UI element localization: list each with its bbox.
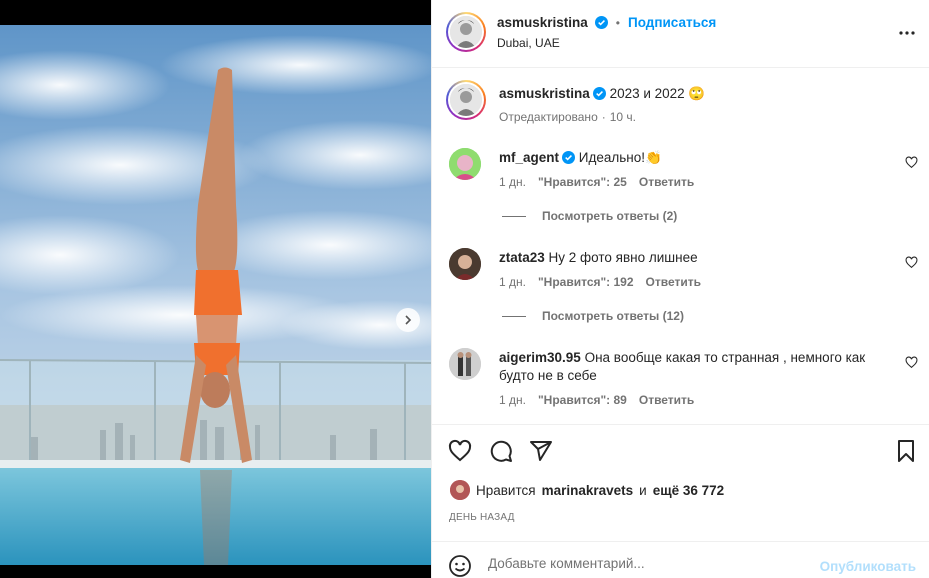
emoji-icon[interactable]: [448, 554, 472, 578]
like-icon[interactable]: [448, 439, 472, 463]
publish-button[interactable]: Опубликовать: [820, 559, 916, 574]
comment-author[interactable]: ztata23: [499, 250, 545, 265]
follow-button[interactable]: Подписаться: [628, 15, 716, 30]
comment-text: Идеально!👏: [578, 150, 662, 165]
author-username[interactable]: asmuskristina: [497, 15, 588, 30]
view-replies-button[interactable]: Посмотреть ответы (2): [502, 209, 677, 223]
comment-likes[interactable]: "Нравится": 25: [538, 175, 627, 189]
comment-body: ztata23 Ну 2 фото явно лишнее: [499, 249, 698, 267]
meta-dot: ·: [601, 110, 606, 124]
comment-meta: 1 дн. "Нравится": 25 Ответить: [499, 175, 694, 189]
next-slide-button[interactable]: [396, 308, 420, 332]
comment-avatar[interactable]: [449, 248, 481, 280]
likes-prefix: Нравится: [476, 482, 536, 498]
comment-heart-icon[interactable]: [905, 156, 918, 169]
comment-heart-icon[interactable]: [905, 356, 918, 369]
comment-likes[interactable]: "Нравится": 89: [538, 393, 627, 407]
avatar-image: [450, 84, 482, 116]
action-bar: [432, 424, 929, 468]
verified-icon: [592, 87, 606, 100]
chevron-right-icon: [405, 315, 412, 325]
comment-heart-icon[interactable]: [905, 256, 918, 269]
caption-author-avatar[interactable]: [446, 80, 486, 120]
avatar-image: [449, 148, 481, 180]
reply-button[interactable]: Ответить: [639, 393, 694, 407]
likes-count[interactable]: ещё 36 772: [653, 483, 724, 498]
separator-dot: •: [615, 15, 620, 30]
replies-line: [502, 315, 526, 317]
comment-input[interactable]: [488, 556, 808, 571]
likes-conj: и: [639, 482, 647, 498]
verified-icon: [562, 151, 576, 164]
caption-author[interactable]: asmuskristina: [499, 86, 590, 101]
comment-body: mf_agent Идеально!👏: [499, 149, 662, 167]
comment-meta: 1 дн. "Нравится": 89 Ответить: [499, 393, 694, 407]
liker-avatar[interactable]: [450, 480, 470, 500]
caption: asmuskristina 2023 и 2022 🙄: [499, 85, 705, 103]
reply-button[interactable]: Ответить: [646, 275, 701, 289]
view-replies-label: Посмотреть ответы (2): [542, 209, 678, 223]
post-date[interactable]: ДЕНЬ НАЗАД: [449, 512, 515, 523]
caption-time[interactable]: 10 ч.: [610, 110, 636, 124]
liker-username[interactable]: marinakravets: [542, 483, 634, 498]
comment-time[interactable]: 1 дн.: [499, 175, 526, 189]
post-details-panel: asmuskristina • Подписаться Dubai, UAE a…: [431, 0, 929, 578]
comment-time[interactable]: 1 дн.: [499, 275, 526, 289]
bookmark-icon[interactable]: [894, 439, 918, 463]
edited-label: Отредактировано: [499, 110, 598, 124]
comment-author[interactable]: aigerim30.95: [499, 350, 581, 365]
post-photo: [0, 25, 431, 565]
avatar-image: [449, 348, 481, 380]
comment-avatar[interactable]: [449, 348, 481, 380]
view-replies-button[interactable]: Посмотреть ответы (12): [502, 309, 684, 323]
avatar-image: [450, 16, 482, 48]
caption-meta: Отредактировано · 10 ч.: [499, 110, 636, 124]
add-comment-bar: Опубликовать: [432, 541, 929, 578]
view-replies-label: Посмотреть ответы (12): [542, 309, 684, 323]
comment-body: aigerim30.95 Она вообще какая то странна…: [499, 349, 899, 385]
verified-icon: [594, 16, 608, 29]
likes-summary: Нравится marinakravets и ещё 36 772: [450, 480, 724, 500]
reply-button[interactable]: Ответить: [639, 175, 694, 189]
caption-text: 2023 и 2022 🙄: [609, 86, 706, 101]
post-media: [0, 25, 431, 565]
comments-section: asmuskristina 2023 и 2022 🙄 Отредактиров…: [432, 68, 929, 424]
share-icon[interactable]: [529, 439, 553, 463]
replies-line: [502, 215, 526, 217]
comment-time[interactable]: 1 дн.: [499, 393, 526, 407]
post-header: asmuskristina • Подписаться Dubai, UAE: [432, 0, 929, 68]
comment-author[interactable]: mf_agent: [499, 150, 559, 165]
author-avatar[interactable]: [446, 12, 486, 52]
comment-meta: 1 дн. "Нравится": 192 Ответить: [499, 275, 701, 289]
avatar-image: [450, 480, 470, 500]
avatar-image: [449, 248, 481, 280]
post-location[interactable]: Dubai, UAE: [497, 36, 560, 50]
more-options-icon[interactable]: [898, 24, 916, 42]
comment-text: Ну 2 фото явно лишнее: [548, 250, 698, 265]
comment-avatar[interactable]: [449, 148, 481, 180]
comment-likes[interactable]: "Нравится": 192: [538, 275, 634, 289]
comment-icon[interactable]: [489, 439, 513, 463]
